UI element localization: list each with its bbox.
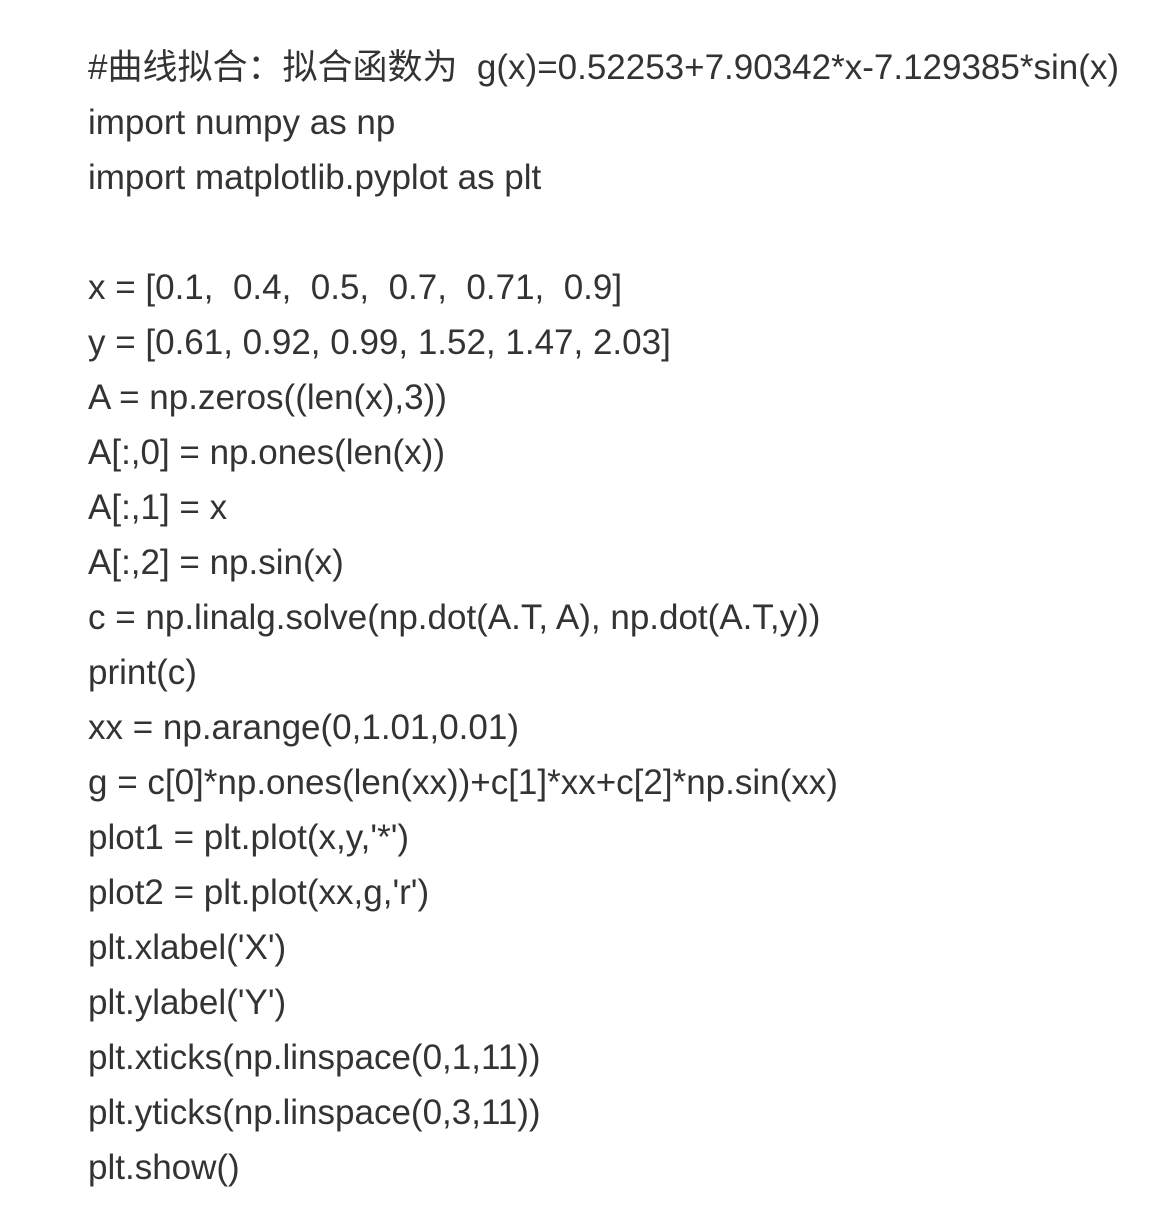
code-line-matrix-col0: A[:,0] = np.ones(len(x)) [88,433,445,472]
code-comment-line: #曲线拟合：拟合函数为 g(x)=0.52253+7.90342*x-7.129… [88,48,1120,87]
code-line-ylabel: plt.ylabel('Y') [88,983,287,1022]
code-line-plot2: plot2 = plt.plot(xx,g,'r') [88,873,430,912]
code-line-matrix-init: A = np.zeros((len(x),3)) [88,378,447,417]
code-line-xlabel: plt.xlabel('X') [88,928,287,967]
code-line-show: plt.show() [88,1148,240,1187]
code-line-yticks: plt.yticks(np.linspace(0,3,11)) [88,1093,541,1132]
code-block: #曲线拟合：拟合函数为 g(x)=0.52253+7.90342*x-7.129… [88,40,1143,1195]
code-line-x-values: x = [0.1, 0.4, 0.5, 0.7, 0.71, 0.9] [88,268,623,307]
code-line-print: print(c) [88,653,197,692]
code-line-plot1: plot1 = plt.plot(x,y,'*') [88,818,410,857]
code-line-xticks: plt.xticks(np.linspace(0,1,11)) [88,1038,541,1077]
code-line-fit-function: g = c[0]*np.ones(len(xx))+c[1]*xx+c[2]*n… [88,763,838,802]
code-line-solve: c = np.linalg.solve(np.dot(A.T, A), np.d… [88,598,821,637]
code-line-import-numpy: import numpy as np [88,103,396,142]
code-line-matrix-col1: A[:,1] = x [88,488,228,527]
code-line-matrix-col2: A[:,2] = np.sin(x) [88,543,344,582]
code-line-y-values: y = [0.61, 0.92, 0.99, 1.52, 1.47, 2.03] [88,323,671,362]
code-line-import-matplotlib: import matplotlib.pyplot as plt [88,158,542,197]
code-line-arange: xx = np.arange(0,1.01,0.01) [88,708,519,747]
